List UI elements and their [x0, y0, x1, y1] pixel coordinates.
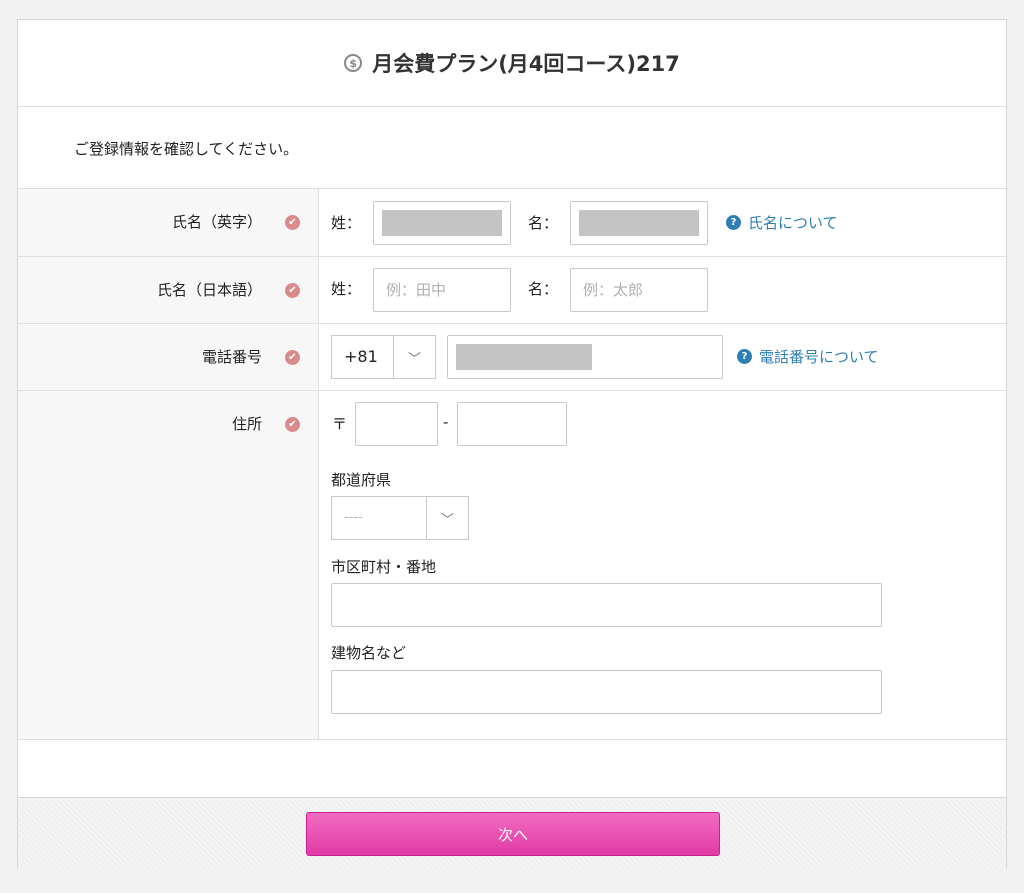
country-code-value: +81: [344, 347, 378, 366]
building-input[interactable]: [331, 670, 882, 714]
postal-code-first-input[interactable]: [355, 402, 438, 446]
last-name-english-input[interactable]: [373, 201, 511, 245]
first-name-label: 名：: [528, 214, 559, 232]
last-name-label: 姓：: [331, 214, 362, 232]
check-circle-icon: ✔: [285, 350, 300, 365]
next-button[interactable]: 次へ: [306, 812, 720, 856]
postal-code-second-input[interactable]: [457, 402, 567, 446]
redacted-value: [382, 210, 502, 236]
building-label: 建物名など: [331, 644, 407, 662]
phone-help-link[interactable]: ? 電話番号について: [737, 346, 879, 367]
prefecture-label: 都道府県: [331, 471, 392, 489]
postal-mark: 〒: [332, 415, 348, 433]
chevron-down-icon: ﹀: [393, 336, 435, 378]
phone-number-input[interactable]: [447, 335, 723, 379]
prefecture-select[interactable]: ---- ﹀: [331, 496, 469, 540]
check-circle-icon: ✔: [285, 283, 300, 298]
phone-help-text: 電話番号について: [759, 348, 879, 366]
question-circle-icon: ?: [737, 349, 752, 364]
first-name-japanese-input[interactable]: 例：太郎: [570, 268, 708, 312]
check-circle-icon: ✔: [285, 215, 300, 230]
name-help-text: 氏名について: [748, 214, 838, 232]
last-name-label: 姓：: [331, 280, 362, 298]
plan-header: $ 月会費プラン(月4回コース)217: [18, 20, 1006, 107]
intro-text: ご登録情報を確認してください。: [74, 140, 299, 158]
first-name-label: 名：: [528, 280, 559, 298]
question-circle-icon: ?: [726, 215, 741, 230]
row-name-english: 氏名（英字） ✔ 姓： 名： ? 氏名について: [18, 189, 1006, 257]
row-phone: 電話番号 ✔ +81 ﹀ ? 電話番号について: [18, 324, 1006, 391]
name-help-link[interactable]: ? 氏名について: [726, 212, 838, 233]
first-name-english-input[interactable]: [570, 201, 708, 245]
redacted-value: [456, 344, 592, 370]
intro-section: ご登録情報を確認してください。: [18, 106, 1006, 189]
name-english-label: 氏名（英字）: [171, 213, 262, 231]
registration-card: $ 月会費プラン(月4回コース)217 ご登録情報を確認してください。 氏名（英…: [17, 19, 1007, 869]
label-cell: 氏名（英字） ✔: [18, 189, 319, 256]
label-cell: 氏名（日本語） ✔: [18, 257, 319, 323]
postal-separator: -: [443, 413, 449, 431]
row-address: 住所 ✔ 〒 - 都道府県 ---- ﹀ 市区町村・番地 建物名など: [18, 391, 1006, 740]
last-name-japanese-input[interactable]: 例：田中: [373, 268, 511, 312]
footer-bar: 次へ: [18, 797, 1006, 869]
redacted-value: [579, 210, 699, 236]
dollar-circle-icon: $: [344, 54, 363, 72]
name-japanese-label: 氏名（日本語）: [156, 281, 262, 299]
label-cell: 住所 ✔: [18, 391, 319, 739]
label-cell: 電話番号 ✔: [18, 324, 319, 390]
check-circle-icon: ✔: [285, 417, 300, 432]
city-address-input[interactable]: [331, 583, 882, 627]
city-label: 市区町村・番地: [331, 558, 437, 576]
country-code-select[interactable]: +81 ﹀: [331, 335, 436, 379]
chevron-down-icon: ﹀: [426, 497, 468, 539]
prefecture-value: ----: [344, 510, 363, 525]
row-name-japanese: 氏名（日本語） ✔ 姓： 例：田中 名： 例：太郎: [18, 257, 1006, 324]
address-label: 住所: [231, 415, 262, 433]
plan-title: 月会費プラン(月4回コース)217: [372, 52, 680, 76]
phone-label: 電話番号: [201, 348, 262, 366]
